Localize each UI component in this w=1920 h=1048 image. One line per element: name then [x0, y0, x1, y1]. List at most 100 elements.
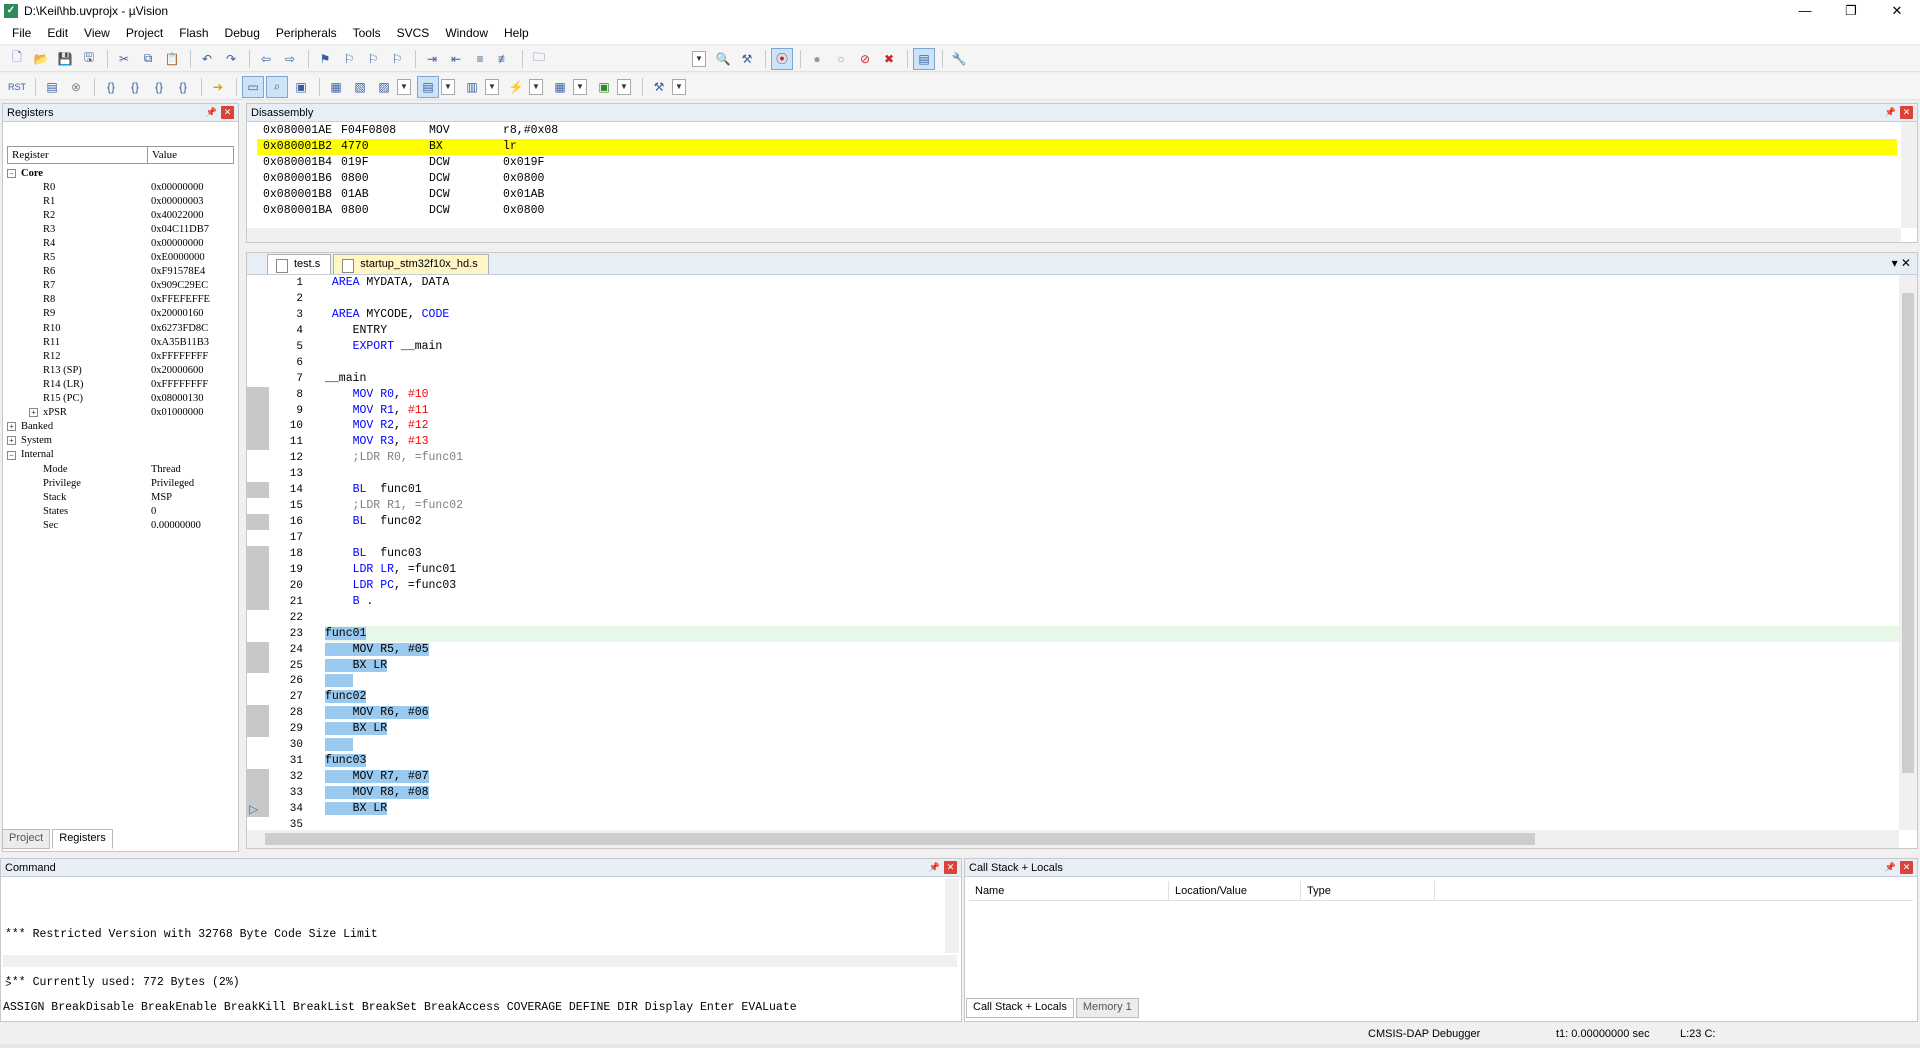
disassembly-scrollbar[interactable]	[1901, 122, 1917, 228]
memory-window-icon[interactable]: ▤	[417, 75, 439, 98]
reset-icon[interactable]: RST	[6, 76, 28, 98]
disassembly-window-icon[interactable]: ⌕	[266, 75, 288, 98]
register-value[interactable]: 0x6273FD8C	[151, 323, 234, 334]
disassembly-line[interactable]: 0x080001B4 019F DCW 0x019F	[257, 155, 1897, 171]
step-out-icon[interactable]: {}	[148, 76, 170, 98]
register-value[interactable]: 0x909C29EC	[151, 280, 234, 291]
register-row[interactable]: Stack MSP	[7, 490, 234, 504]
gutter-marker[interactable]	[247, 402, 269, 419]
gutter-marker[interactable]	[247, 721, 269, 738]
close-icon[interactable]: ✕	[944, 861, 957, 874]
analysis-dropdown-icon[interactable]: ▼	[529, 78, 543, 95]
code-line[interactable]: BX LR	[325, 721, 1899, 737]
disassembly-line[interactable]: 0x080001BA 0800 DCW 0x0800	[257, 203, 1897, 219]
code-line[interactable]: BL func03	[325, 546, 1899, 562]
bookmark-next-icon[interactable]: ⚐	[362, 48, 384, 70]
code-line[interactable]: ENTRY	[325, 323, 1899, 339]
register-row[interactable]: R9 0x20000160	[7, 307, 234, 321]
pin-icon[interactable]: 📌	[1884, 861, 1897, 874]
insert-breakpoint-icon[interactable]: ●	[806, 48, 828, 70]
show-next-statement-icon[interactable]: ➔	[207, 76, 229, 98]
gutter-marker[interactable]	[247, 705, 269, 722]
code-line[interactable]: ;LDR R0, =func01	[325, 450, 1899, 466]
menu-project[interactable]: Project	[118, 26, 171, 40]
stop-icon[interactable]: ⊗	[65, 76, 87, 98]
gutter-marker[interactable]	[247, 355, 269, 371]
collapse-icon[interactable]: −	[7, 168, 16, 178]
code-area[interactable]: ▷ 1 2 3 4 5 6 7 8 9 10 11 12 13 14 15 16 17 18 19 20 21 22 23 2…	[247, 275, 1899, 830]
code-line[interactable]: MOV R7, #07	[325, 769, 1899, 785]
col-name[interactable]: Name	[969, 881, 1169, 900]
gutter-marker[interactable]	[247, 641, 269, 658]
menu-tools[interactable]: Tools	[345, 26, 389, 40]
code-line[interactable]: BX LR	[325, 658, 1899, 674]
command-input[interactable]: >	[5, 979, 12, 991]
code-line[interactable]: func01	[325, 625, 1899, 642]
register-row[interactable]: R3 0x04C11DB7	[7, 222, 234, 236]
gutter-marker[interactable]	[247, 418, 269, 435]
tab-call-stack[interactable]: Call Stack + Locals	[966, 998, 1074, 1018]
code-line[interactable]: __main	[325, 371, 1899, 387]
register-value[interactable]: 0x40022000	[151, 210, 234, 221]
code-line[interactable]	[325, 737, 1899, 753]
disable-breakpoints-icon[interactable]: ⊘	[854, 48, 876, 70]
register-row[interactable]: R2 0x40022000	[7, 208, 234, 222]
tab-startup-file[interactable]: startup_stm32f10x_hd.s	[333, 254, 489, 274]
gutter-marker[interactable]	[247, 785, 269, 801]
code-line[interactable]: func03	[325, 753, 1899, 769]
register-row[interactable]: R0 0x00000000	[7, 180, 234, 194]
code-line[interactable]: BX LR	[325, 801, 1899, 817]
editor-tab-controls-icon[interactable]: ▾ ✕	[1892, 256, 1911, 270]
code-line[interactable]: MOV R1, #11	[325, 403, 1899, 419]
run-to-cursor-icon[interactable]: {}	[172, 76, 194, 98]
code-line[interactable]	[325, 355, 1899, 371]
gutter-marker[interactable]	[247, 593, 269, 610]
code-line[interactable]	[325, 291, 1899, 307]
register-value[interactable]: 0.00000000	[151, 520, 234, 531]
tree-group-core[interactable]: − Core	[7, 166, 234, 180]
find-icon[interactable]: 🔍	[712, 48, 734, 70]
register-row[interactable]: States 0	[7, 504, 234, 518]
gutter-marker[interactable]	[247, 482, 269, 499]
close-icon[interactable]: ✕	[1900, 861, 1913, 874]
tab-project[interactable]: Project	[2, 829, 51, 849]
menu-svcs[interactable]: SVCS	[389, 26, 438, 40]
analysis-window-icon[interactable]: ⚡	[505, 76, 527, 98]
register-value[interactable]: 0x20000600	[151, 365, 234, 376]
bookmark-prev-icon[interactable]: ⚐	[338, 48, 360, 70]
breakpoint-gutter[interactable]: ▷	[247, 275, 269, 830]
register-row[interactable]: + xPSR 0x01000000	[7, 406, 234, 420]
tab-registers[interactable]: Registers	[52, 829, 113, 849]
uncomment-icon[interactable]: ≢	[493, 48, 515, 70]
step-over-icon[interactable]: {}	[124, 76, 146, 98]
pin-icon[interactable]: 📌	[1884, 106, 1897, 119]
gutter-marker[interactable]	[247, 450, 269, 466]
register-row[interactable]: R7 0x909C29EC	[7, 279, 234, 293]
gutter-marker[interactable]	[247, 577, 269, 594]
code-line[interactable]: MOV R3, #13	[325, 434, 1899, 450]
menu-peripherals[interactable]: Peripherals	[268, 26, 345, 40]
register-row[interactable]: Privilege Privileged	[7, 476, 234, 490]
code-line[interactable]: MOV R2, #12	[325, 418, 1899, 434]
debug-session-icon[interactable]: ⦿	[771, 47, 793, 70]
current-line-arrow-icon[interactable]: ▷	[247, 800, 269, 817]
menu-edit[interactable]: Edit	[39, 26, 76, 40]
register-row[interactable]: Mode Thread	[7, 462, 234, 476]
code-line[interactable]: MOV R6, #06	[325, 705, 1899, 721]
serial-dropdown-icon[interactable]: ▼	[485, 78, 499, 95]
register-value[interactable]: 0xFFFFFFFF	[151, 351, 234, 362]
disassembly-current-line[interactable]: 0x080001B2 4770 BX lr	[257, 139, 1897, 155]
register-value[interactable]: 0x00000003	[151, 196, 234, 207]
gutter-marker[interactable]	[247, 657, 269, 674]
comment-icon[interactable]: ≡	[469, 48, 491, 70]
gutter-marker[interactable]	[247, 291, 269, 307]
bookmark-clear-icon[interactable]: ⚐	[386, 48, 408, 70]
system-viewer-dropdown-icon[interactable]: ▼	[617, 78, 631, 95]
code-line[interactable]: LDR PC, =func03	[325, 578, 1899, 594]
register-row[interactable]: R15 (PC) 0x08000130	[7, 392, 234, 406]
expand-icon[interactable]: +	[7, 422, 16, 432]
register-value[interactable]: 0x08000130	[151, 393, 234, 404]
close-button[interactable]: ✕	[1874, 0, 1920, 22]
cut-icon[interactable]: ✂	[113, 48, 135, 70]
register-row[interactable]: R12 0xFFFFFFFF	[7, 349, 234, 363]
